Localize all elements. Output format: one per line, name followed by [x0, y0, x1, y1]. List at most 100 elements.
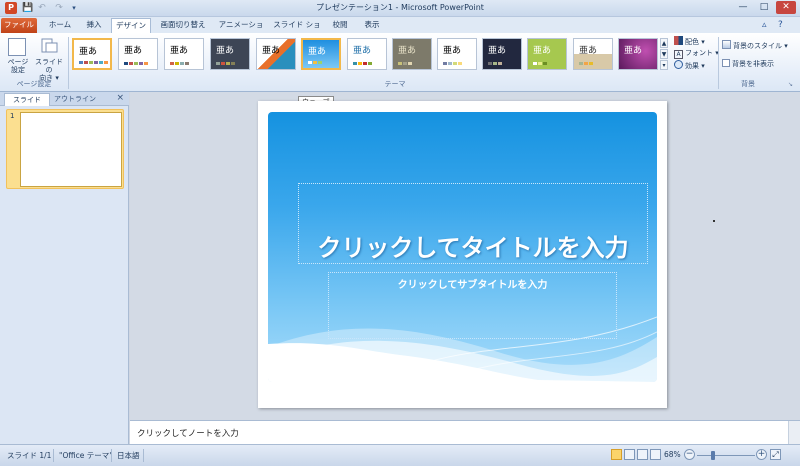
zoom-level[interactable]: 68% — [664, 450, 681, 459]
group-divider — [68, 37, 69, 89]
theme-sample-text: 亜あ — [124, 46, 143, 56]
theme-thumbnail-office[interactable]: 亜あ — [72, 38, 112, 70]
page-setup-label[interactable]: ページ 設定 — [3, 58, 33, 74]
theme-colors-button[interactable]: 配色 ▾ — [674, 36, 705, 47]
slide-canvas[interactable]: クリックしてタイトルを入力 クリックしてサブタイトルを入力 — [258, 101, 667, 408]
theme-effects-button[interactable]: 効果 ▾ — [674, 60, 705, 71]
tab-view[interactable]: 表示 — [360, 18, 384, 33]
theme-thumbnail-10[interactable]: 亜あ — [482, 38, 522, 70]
mouse-cursor-dot — [713, 220, 715, 222]
hide-background-checkbox[interactable]: 背景を非表示 — [722, 59, 774, 70]
theme-sample-text: 亜あ — [308, 47, 327, 57]
theme-name[interactable]: "Office テーマ" — [59, 450, 113, 461]
tab-slideshow[interactable]: スライド ショー — [272, 18, 322, 43]
ribbon-tabs: ファイル ホーム 挿入 デザイン 画面切り替え アニメーション スライド ショー… — [0, 17, 800, 43]
theme-sample-text: 亜あ — [353, 46, 372, 56]
fit-to-window-icon[interactable]: ⤢ — [770, 449, 781, 460]
page-setup-line2: 設定 — [11, 66, 25, 74]
theme-thumbnail-12[interactable]: 亜あ — [573, 38, 613, 70]
tab-animations[interactable]: アニメーション — [215, 18, 267, 43]
language[interactable]: 日本語 — [117, 450, 140, 461]
theme-sample-text: 亜あ — [579, 46, 598, 56]
theme-fonts-button[interactable]: A フォント ▾ — [674, 48, 719, 59]
theme-thumbnail-3[interactable]: 亜あ — [164, 38, 204, 70]
minimize-ribbon-icon[interactable]: ▵ — [762, 20, 767, 30]
theme-effects-label: 効果 ▾ — [685, 62, 705, 70]
tab-slides[interactable]: スライド — [4, 93, 50, 106]
maximize-button[interactable]: □ — [754, 1, 774, 14]
theme-thumbnail-wave[interactable]: 亜あ — [301, 38, 341, 70]
tab-outline[interactable]: アウトライン — [52, 93, 98, 106]
page-setup-icon[interactable] — [8, 38, 26, 56]
theme-colors-icon — [674, 36, 683, 45]
notes-pane[interactable]: クリックしてノートを入力 — [130, 420, 800, 445]
gallery-scroll-up-button[interactable]: ▲ — [660, 38, 668, 48]
normal-view-button[interactable] — [611, 449, 622, 460]
slide-sorter-view-button[interactable] — [624, 449, 635, 460]
zoom-out-button[interactable]: − — [684, 449, 695, 460]
theme-sample-text: 亜あ — [624, 46, 643, 56]
slide-orientation-icon[interactable] — [40, 38, 58, 56]
checkbox-box[interactable] — [722, 59, 730, 67]
help-icon[interactable]: ? — [778, 20, 783, 30]
theme-thumbnail-11[interactable]: 亜あ — [527, 38, 567, 70]
title-placeholder[interactable]: クリックしてタイトルを入力 — [298, 183, 648, 264]
tab-design[interactable]: デザイン — [111, 18, 151, 33]
zoom-slider-thumb[interactable] — [710, 451, 715, 460]
theme-fonts-icon: A — [674, 50, 683, 59]
background-styles-icon — [722, 40, 731, 49]
subtitle-placeholder-text: クリックしてサブタイトルを入力 — [397, 280, 548, 291]
wave-theme-background: クリックしてタイトルを入力 クリックしてサブタイトルを入力 — [268, 112, 657, 382]
notes-placeholder[interactable]: クリックしてノートを入力 — [137, 427, 239, 439]
hide-background-label: 背景を非表示 — [732, 60, 774, 68]
ribbon-design: ページ 設定 スライドの 向き ▾ ページ設定 亜あ 亜あ 亜あ 亜あ 亜あ 亜… — [0, 33, 800, 92]
background-styles-label: 背景のスタイル ▾ — [733, 42, 788, 50]
theme-sample-text: 亜あ — [443, 46, 462, 56]
slideshow-view-button[interactable] — [650, 449, 661, 460]
status-divider — [53, 449, 54, 462]
slide-orientation-line1: スライドの — [35, 58, 63, 74]
minimize-button[interactable]: — — [733, 1, 753, 14]
theme-sample-text: 亜あ — [398, 46, 417, 56]
theme-thumbnail-4[interactable]: 亜あ — [210, 38, 250, 70]
theme-sample-text: 亜あ — [170, 46, 189, 56]
slide-thumbnail-selected[interactable]: 1 — [6, 109, 124, 189]
theme-sample-text: 亜あ — [533, 46, 552, 56]
theme-thumbnail-13[interactable]: 亜あ — [618, 38, 658, 70]
close-icon[interactable]: × — [116, 93, 124, 103]
group-label-themes: テーマ — [384, 80, 406, 88]
status-divider — [143, 449, 144, 462]
tab-home[interactable]: ホーム — [43, 18, 77, 33]
slide-number: 1 — [10, 112, 15, 120]
tab-file[interactable]: ファイル — [1, 18, 37, 33]
slide-position: スライド 1/1 — [7, 451, 52, 460]
zoom-slider[interactable] — [697, 455, 755, 456]
zoom-in-button[interactable]: + — [756, 449, 767, 460]
gallery-scroll-down-button[interactable]: ▼ — [660, 49, 668, 59]
slide-thumbnail[interactable] — [20, 112, 122, 187]
close-button[interactable]: ✕ — [776, 1, 796, 14]
subtitle-placeholder[interactable]: クリックしてサブタイトルを入力 — [328, 272, 617, 339]
theme-sample-text: 亜あ — [262, 46, 281, 56]
pane-tabs: スライド アウトライン × — [0, 92, 129, 106]
tab-review[interactable]: 校閲 — [328, 18, 352, 33]
theme-thumbnail-8[interactable]: 亜あ — [392, 38, 432, 70]
theme-thumbnail-5[interactable]: 亜あ — [256, 38, 296, 70]
gallery-more-button[interactable]: ▾ — [660, 60, 668, 70]
reading-view-button[interactable] — [637, 449, 648, 460]
theme-fonts-label: フォント ▾ — [685, 49, 719, 57]
theme-colors-label: 配色 ▾ — [685, 38, 705, 46]
theme-thumbnail-2[interactable]: 亜あ — [118, 38, 158, 70]
theme-thumbnail-9[interactable]: 亜あ — [437, 38, 477, 70]
theme-sample-text: 亜あ — [216, 46, 235, 56]
theme-effects-icon — [674, 60, 683, 69]
theme-thumbnail-7[interactable]: 亜あ — [347, 38, 387, 70]
dialog-launcher-icon[interactable]: ↘ — [788, 81, 793, 88]
notes-scrollbar[interactable] — [788, 421, 800, 445]
group-label-background: 背景 — [741, 80, 755, 88]
window-title: プレゼンテーション1 - Microsoft PowerPoint — [316, 3, 484, 12]
tab-transitions[interactable]: 画面切り替え — [157, 18, 209, 33]
background-styles-button[interactable]: 背景のスタイル ▾ — [722, 40, 788, 51]
tab-insert[interactable]: 挿入 — [80, 18, 108, 33]
status-divider — [111, 449, 112, 462]
